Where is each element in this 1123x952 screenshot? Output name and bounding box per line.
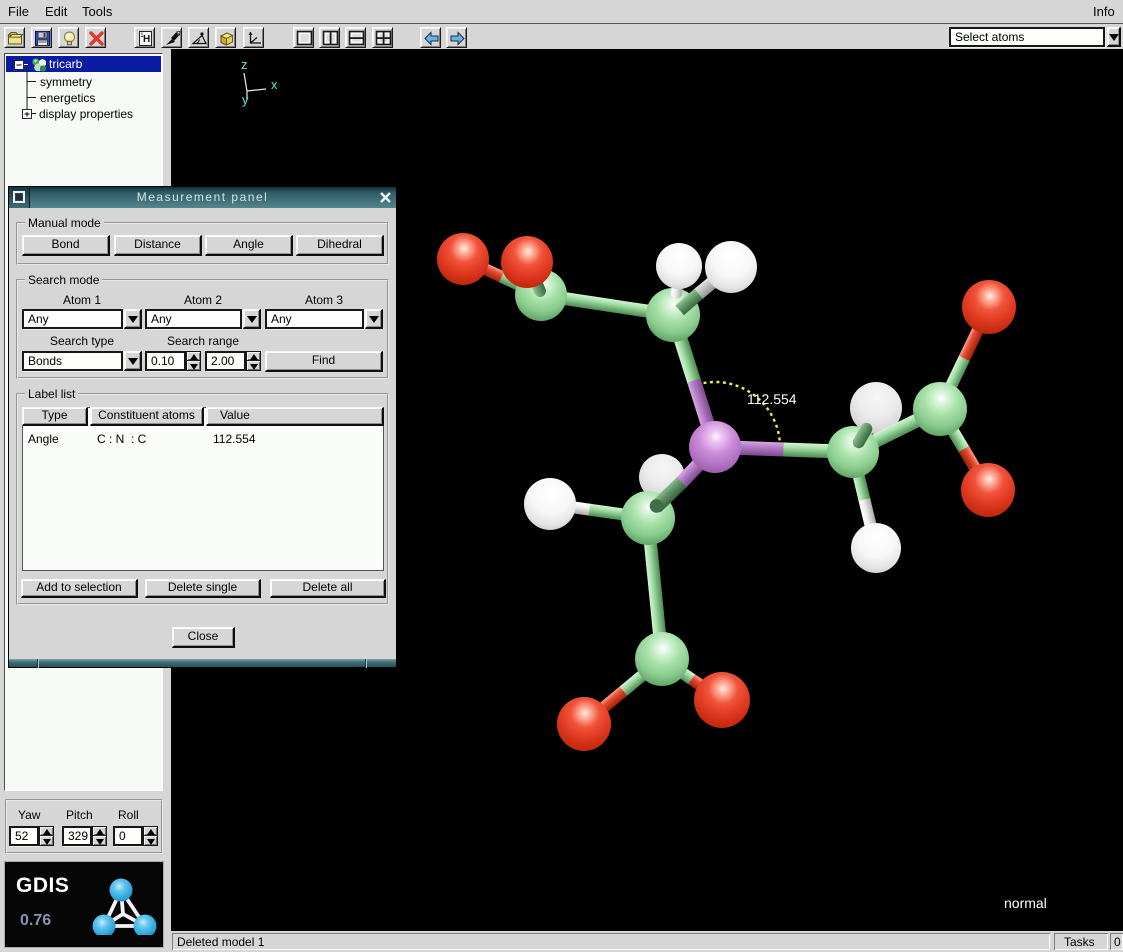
svg-text:z: z [241, 57, 248, 72]
svg-text:x: x [271, 77, 278, 92]
svg-text:normal: normal [1004, 895, 1047, 911]
svg-text:y: y [242, 92, 249, 107]
svg-text:H: H [143, 34, 150, 45]
svg-text:112.554: 112.554 [747, 391, 797, 407]
